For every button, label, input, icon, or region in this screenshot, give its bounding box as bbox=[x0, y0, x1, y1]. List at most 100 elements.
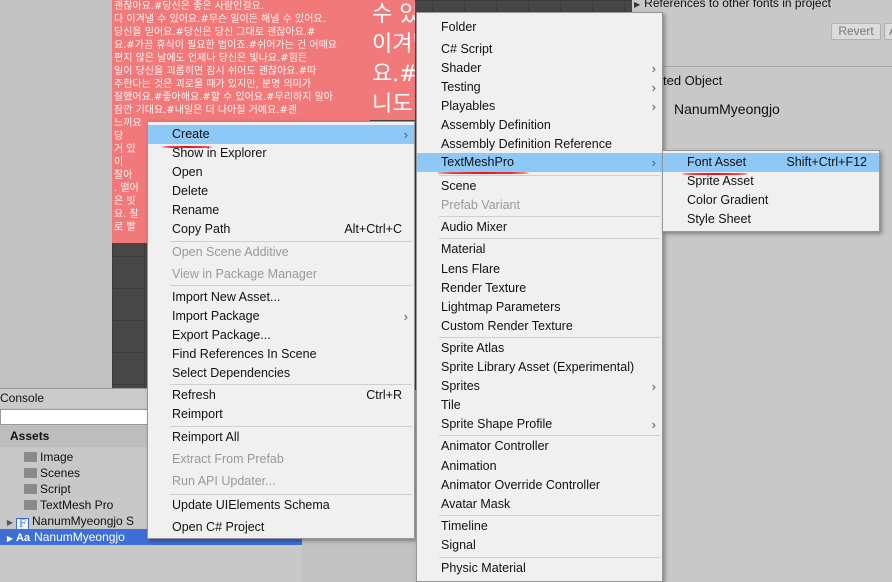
context-menu-item-refresh[interactable]: Refresh Ctrl+R bbox=[148, 386, 414, 405]
context-menu-item-reimport-all[interactable]: Reimport All bbox=[148, 428, 414, 447]
create-menu-item-sprite-library-asset-experimental[interactable]: Sprite Library Asset (Experimental) bbox=[417, 358, 662, 377]
context-menu-item-export-package[interactable]: Export Package... bbox=[148, 326, 414, 345]
create-menu-item-testing[interactable]: Testing › bbox=[417, 78, 662, 97]
context-menu-item-open-c-project[interactable]: Open C# Project bbox=[148, 518, 414, 537]
folder-label: Script bbox=[40, 482, 71, 496]
create-menu-item-tile[interactable]: Tile bbox=[417, 396, 662, 415]
create-menu-item-audio-mixer[interactable]: Audio Mixer bbox=[417, 218, 662, 237]
create-menu-item-folder[interactable]: Folder bbox=[417, 18, 662, 37]
apply-button[interactable]: A bbox=[884, 23, 892, 40]
context-menu-item-import-package[interactable]: Import Package › bbox=[148, 307, 414, 326]
menu-item-label: Reimport bbox=[172, 407, 223, 421]
menu-item-label: Avatar Mask bbox=[441, 497, 511, 511]
menu-separator bbox=[439, 238, 660, 239]
create-menu-item-assembly-definition-reference[interactable]: Assembly Definition Reference bbox=[417, 135, 662, 154]
atlas-glyph-line-large: 이겨낼 bbox=[372, 32, 415, 57]
create-menu-item-material[interactable]: Material bbox=[417, 240, 662, 259]
create-menu-item-sprite-shape-profile[interactable]: Sprite Shape Profile › bbox=[417, 415, 662, 434]
menu-item-label: Timeline bbox=[441, 519, 488, 533]
context-menu-item-find-references-in-scene[interactable]: Find References In Scene bbox=[148, 345, 414, 364]
atlas-glyph-line: 잠깐 기대요.#내일은 더 나아질 거예요.#괜 bbox=[114, 105, 298, 116]
create-menu-item-physic-material[interactable]: Physic Material bbox=[417, 559, 662, 578]
folder-icon bbox=[24, 500, 37, 510]
console-tab[interactable]: Console bbox=[0, 388, 148, 408]
expand-triangle-icon[interactable]: ▶ bbox=[634, 0, 640, 9]
menu-item-label: Assembly Definition Reference bbox=[441, 137, 612, 151]
menu-separator bbox=[439, 557, 660, 558]
menu-item-label: Select Dependencies bbox=[172, 366, 291, 380]
create-menu-item-avatar-mask[interactable]: Avatar Mask bbox=[417, 495, 662, 514]
menu-item-label: Audio Mixer bbox=[441, 220, 507, 234]
create-menu-item-scene[interactable]: Scene bbox=[417, 177, 662, 196]
menu-item-label: Export Package... bbox=[172, 328, 271, 342]
context-menu-item-create[interactable]: Create › bbox=[148, 125, 414, 144]
textmeshpro-menu-item-color-gradient[interactable]: Color Gradient bbox=[663, 191, 879, 210]
context-menu-item-open[interactable]: Open bbox=[148, 163, 414, 182]
font-source-label: NanumMyeongjo bbox=[34, 530, 125, 544]
expand-triangle-icon[interactable]: ▶ bbox=[4, 531, 16, 547]
context-menu-item-update-uielements-schema[interactable]: Update UIElements Schema bbox=[148, 496, 414, 515]
menu-item-label: View in Package Manager bbox=[172, 267, 317, 281]
atlas-glyph-line: 당신을 믿어요.#당신은 당신 그대로 괜찮아요.# bbox=[114, 27, 316, 38]
create-menu-item-signal[interactable]: Signal bbox=[417, 536, 662, 555]
create-menu-item-shader[interactable]: Shader › bbox=[417, 59, 662, 78]
textmeshpro-menu-item-sprite-asset[interactable]: Sprite Asset bbox=[663, 172, 879, 191]
menu-separator bbox=[170, 426, 412, 427]
annotation-underline-create bbox=[162, 146, 212, 148]
submenu-arrow-icon: › bbox=[651, 80, 656, 95]
inspector-divider bbox=[632, 66, 892, 67]
folder-label: TextMesh Pro bbox=[40, 498, 114, 512]
menu-item-label: Create bbox=[172, 127, 210, 141]
menu-item-label: C# Script bbox=[441, 42, 493, 56]
menu-separator bbox=[439, 337, 660, 338]
context-menu-item-import-new-asset[interactable]: Import New Asset... bbox=[148, 288, 414, 307]
menu-item-label: Shader bbox=[441, 61, 482, 75]
textmeshpro-menu-item-style-sheet[interactable]: Style Sheet bbox=[663, 210, 879, 229]
menu-item-label: Sprite Atlas bbox=[441, 341, 505, 355]
create-menu-item-lightmap-parameters[interactable]: Lightmap Parameters bbox=[417, 298, 662, 317]
menu-item-label: Animator Override Controller bbox=[441, 478, 601, 492]
menu-item-label: Run API Updater... bbox=[172, 474, 276, 488]
menu-item-label: Open C# Project bbox=[172, 520, 265, 534]
folder-icon bbox=[24, 452, 37, 462]
menu-item-label: Sprites bbox=[441, 379, 480, 393]
create-menu-item-animator-override-controller[interactable]: Animator Override Controller bbox=[417, 476, 662, 495]
folder-icon bbox=[24, 484, 37, 494]
create-menu-item-assembly-definition[interactable]: Assembly Definition bbox=[417, 116, 662, 135]
atlas-glyph-line-large: 니도 bbox=[372, 92, 413, 117]
menu-item-label: Open Scene Additive bbox=[172, 245, 289, 259]
create-menu-item-c-script[interactable]: C# Script bbox=[417, 40, 662, 59]
context-menu-item-delete[interactable]: Delete bbox=[148, 182, 414, 201]
create-menu-item-playables[interactable]: Playables › bbox=[417, 97, 662, 116]
create-menu-item-lens-flare[interactable]: Lens Flare bbox=[417, 260, 662, 279]
submenu-arrow-icon: › bbox=[651, 417, 656, 432]
context-menu-item-open-scene-additive: Open Scene Additive bbox=[148, 243, 414, 262]
create-menu-item-custom-render-texture[interactable]: Custom Render Texture bbox=[417, 317, 662, 336]
menu-separator bbox=[439, 435, 660, 436]
revert-button[interactable]: Revert bbox=[831, 23, 881, 40]
menu-separator bbox=[439, 216, 660, 217]
menu-item-label: Lens Flare bbox=[441, 262, 501, 276]
font-asset-label: NanumMyeongjo S bbox=[32, 514, 135, 528]
menu-item-label: Lightmap Parameters bbox=[441, 300, 561, 314]
create-menu-item-textmeshpro[interactable]: TextMeshPro › bbox=[417, 153, 662, 172]
context-menu-item-copy-path[interactable]: Copy Path Alt+Ctrl+C bbox=[148, 220, 414, 239]
context-menu-item-select-dependencies[interactable]: Select Dependencies bbox=[148, 364, 414, 383]
create-menu-item-render-texture[interactable]: Render Texture bbox=[417, 279, 662, 298]
context-menu-item-reimport[interactable]: Reimport bbox=[148, 405, 414, 424]
create-menu-item-animator-controller[interactable]: Animator Controller bbox=[417, 437, 662, 456]
console-search-input[interactable] bbox=[0, 409, 148, 425]
textmeshpro-menu-item-font-asset[interactable]: Font Asset Shift+Ctrl+F12 bbox=[663, 153, 879, 172]
submenu-arrow-icon: › bbox=[651, 379, 656, 394]
menu-item-label: Reimport All bbox=[172, 430, 240, 444]
references-row[interactable]: ▶ References to other fonts in project bbox=[634, 0, 892, 10]
menu-item-label: Material bbox=[441, 242, 486, 256]
menu-item-label: Assembly Definition bbox=[441, 118, 551, 132]
create-menu-item-timeline[interactable]: Timeline bbox=[417, 517, 662, 536]
create-menu-item-animation[interactable]: Animation bbox=[417, 457, 662, 476]
create-menu-item-sprite-atlas[interactable]: Sprite Atlas bbox=[417, 339, 662, 358]
menu-item-label: Copy Path bbox=[172, 222, 231, 236]
context-menu-item-rename[interactable]: Rename bbox=[148, 201, 414, 220]
menu-item-label: Import Package bbox=[172, 309, 260, 323]
create-menu-item-sprites[interactable]: Sprites › bbox=[417, 377, 662, 396]
